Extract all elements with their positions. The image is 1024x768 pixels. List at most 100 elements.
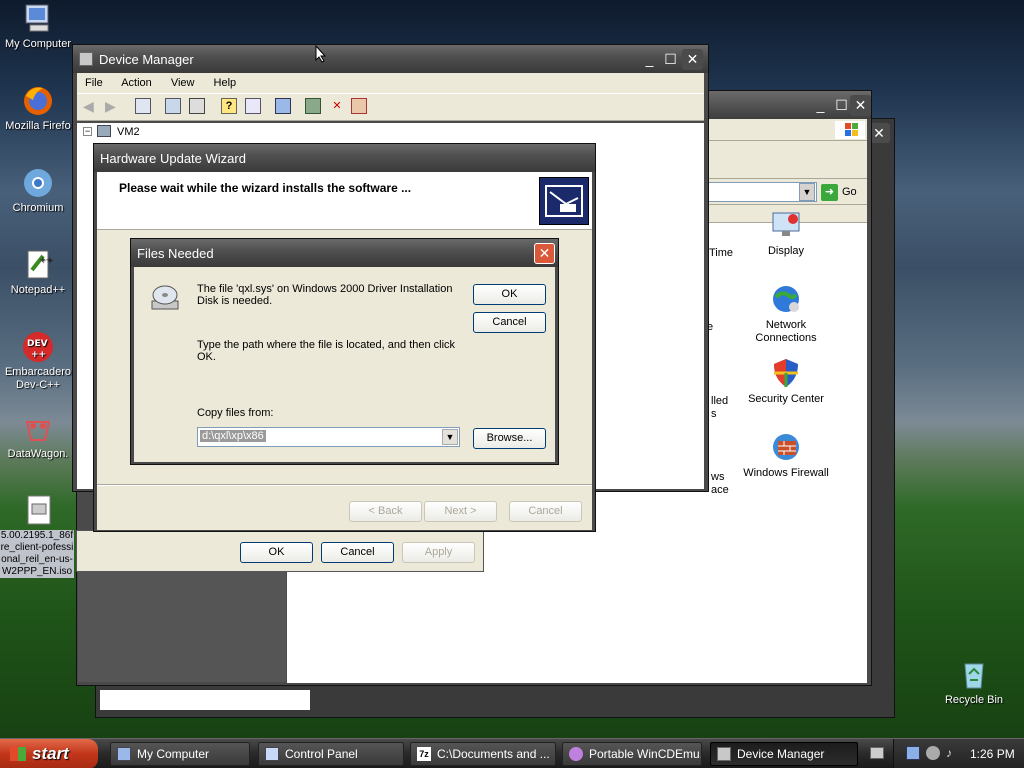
control-panel-item-display[interactable]: Display: [749, 211, 823, 257]
dev-cpp-icon: DEV ++: [21, 330, 55, 364]
close-button[interactable]: ✕: [850, 95, 871, 116]
taskbar-item-wincdemu[interactable]: Portable WinCDEmu...: [562, 742, 702, 766]
show-hide-tree-icon[interactable]: [135, 98, 151, 114]
forward-arrow-icon[interactable]: ▶: [105, 98, 121, 114]
files-needed-close-button[interactable]: ✕: [534, 243, 555, 264]
menu-file[interactable]: File: [85, 77, 103, 89]
wizard-divider: [97, 484, 592, 486]
desktop-icon-label: Embarcadero Dev-C++: [4, 366, 72, 391]
desktop-icon-firefox[interactable]: Mozilla Firefo: [0, 84, 76, 133]
clock[interactable]: 1:26 PM: [970, 747, 1015, 761]
recycle-bin-icon: [957, 658, 991, 692]
files-needed-title: Files Needed: [137, 245, 214, 261]
datawagon-icon: [21, 412, 55, 446]
tree-expand-icon[interactable]: −: [83, 127, 92, 136]
wincdemu-icon: [569, 747, 583, 761]
start-button[interactable]: start: [0, 739, 98, 768]
computer-icon: [117, 747, 131, 761]
wizard-back-button[interactable]: < Back: [349, 501, 422, 522]
menu-view[interactable]: View: [171, 77, 195, 89]
taskbar-item-my-computer[interactable]: My Computer: [110, 742, 250, 766]
minimize-button[interactable]: _: [639, 49, 660, 70]
device-manager-toolbar: ◀ ▶ ? ✕: [77, 93, 704, 121]
taskbar-item-documents[interactable]: 7z C:\Documents and ...: [410, 742, 556, 766]
files-needed-browse-button[interactable]: Browse...: [473, 428, 546, 449]
wizard-heading: Please wait while the wizard installs th…: [119, 181, 412, 195]
properties-cancel-button[interactable]: Cancel: [321, 542, 394, 563]
system-tray: ♪ 1:26 PM: [893, 739, 1024, 768]
maximize-button[interactable]: ☐: [831, 95, 852, 116]
network-tray-icon[interactable]: [906, 746, 920, 760]
desktop-icon-chromium[interactable]: Chromium: [0, 166, 76, 215]
help-icon[interactable]: ?: [221, 98, 237, 114]
close-button[interactable]: ✕: [682, 49, 703, 70]
device-manager-menubar: File Action View Help: [77, 73, 704, 93]
control-panel-item-firewall[interactable]: Windows Firewall: [743, 431, 829, 480]
files-needed-cancel-button[interactable]: Cancel: [473, 312, 546, 333]
chevron-down-icon[interactable]: ▼: [442, 429, 458, 445]
wizard-cancel-button[interactable]: Cancel: [509, 501, 582, 522]
disable-device-icon[interactable]: [351, 98, 367, 114]
files-needed-message: The file 'qxl.sys' on Windows 2000 Drive…: [197, 283, 453, 307]
properties-apply-button[interactable]: Apply: [402, 542, 475, 563]
desktop-icon-datawagon[interactable]: DataWagon.: [0, 412, 76, 461]
wizard-next-button[interactable]: Next >: [424, 501, 497, 522]
scan-hardware-icon[interactable]: [275, 98, 291, 114]
copy-files-path-value[interactable]: d:\qxl\xp\x86: [200, 430, 266, 442]
partial-item-label: lled: [711, 395, 729, 407]
desktop-icon-label: Mozilla Firefo: [5, 120, 71, 132]
window-title: Device Manager: [99, 51, 194, 67]
desktop-icon-label: Notepad++: [10, 284, 66, 296]
partial-item-label: s: [711, 408, 717, 420]
properties-icon[interactable]: [165, 98, 181, 114]
properties-ok-button[interactable]: OK: [240, 542, 313, 563]
menu-help[interactable]: Help: [214, 77, 237, 89]
go-arrow-icon: ➜: [821, 183, 838, 201]
desktop-icon-my-computer[interactable]: My Computer: [0, 2, 76, 51]
control-panel-icon: [265, 747, 279, 761]
7zip-icon: 7z: [417, 747, 431, 761]
windows-flag-icon: [10, 747, 26, 761]
files-needed-ok-button[interactable]: OK: [473, 284, 546, 305]
maximize-button[interactable]: ☐: [660, 49, 681, 70]
address-dropdown-button[interactable]: ▼: [799, 183, 815, 201]
taskbar-item-control-panel[interactable]: Control Panel: [258, 742, 404, 766]
back-arrow-icon[interactable]: ◀: [83, 98, 99, 114]
menu-action[interactable]: Action: [121, 77, 152, 89]
control-panel-item-network[interactable]: Network Connections: [743, 283, 829, 345]
iso-file-icon: [20, 494, 54, 528]
network-globe-icon: [770, 283, 802, 315]
device-manager-icon: [717, 747, 731, 761]
go-button[interactable]: ➜ Go: [821, 182, 865, 202]
desktop-icon-label: 5.00.2195.1_86fre_client-pofessional_rei…: [0, 530, 74, 578]
firefox-icon: [21, 84, 55, 118]
start-label: start: [32, 744, 69, 763]
copy-files-path-combo[interactable]: d:\qxl\xp\x86 ▼: [197, 427, 460, 447]
tree-root-label[interactable]: VM2: [117, 126, 140, 138]
minimize-button[interactable]: _: [810, 95, 831, 116]
control-panel-item-security[interactable]: Security Center: [743, 357, 829, 406]
desktop-icon-notepadpp[interactable]: ++ Notepad++: [0, 248, 76, 297]
desktop-icon-label: My Computer: [4, 38, 72, 50]
chromium-icon: [21, 166, 55, 200]
files-needed-titlebar: Files Needed: [131, 239, 558, 267]
hardware-tray-icon[interactable]: [926, 746, 940, 760]
firewall-icon: [770, 431, 802, 463]
mouse-cursor-icon: [315, 44, 327, 63]
uninstall-icon[interactable]: ✕: [329, 98, 345, 114]
taskbar-item-device-manager[interactable]: Device Manager: [710, 742, 858, 766]
volume-tray-icon[interactable]: ♪: [946, 746, 960, 760]
device-manager-icon: [79, 52, 93, 66]
keyboard-icon[interactable]: [870, 747, 884, 759]
desktop-icon-recycle-bin[interactable]: Recycle Bin: [936, 658, 1012, 707]
desktop-icon-devcpp[interactable]: DEV ++ Embarcadero Dev-C++: [0, 330, 76, 392]
background-window-client: [100, 690, 310, 710]
taskbar: start My Computer Control Panel 7z C:\Do…: [0, 738, 1024, 768]
device-properties-lower-pane: [78, 572, 286, 682]
print-icon[interactable]: [189, 98, 205, 114]
view-icon[interactable]: [245, 98, 261, 114]
desktop-icon-iso-file[interactable]: 5.00.2195.1_86fre_client-pofessional_rei…: [0, 494, 74, 578]
update-driver-icon[interactable]: [305, 98, 321, 114]
computer-icon: [21, 2, 55, 36]
windows-logo-icon: [835, 121, 865, 139]
